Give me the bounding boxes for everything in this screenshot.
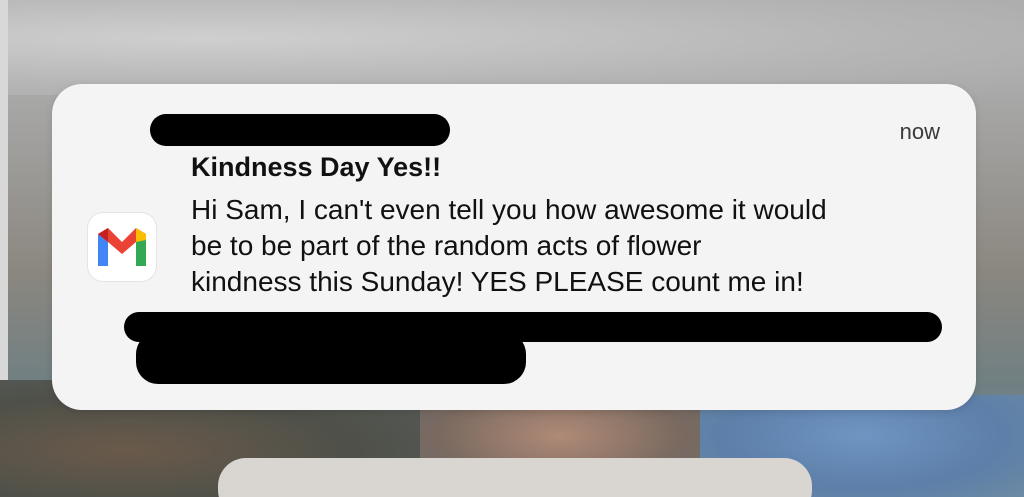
gmail-icon — [88, 213, 156, 281]
email-subject: Kindness Day Yes!! — [191, 152, 442, 182]
redacted-sender — [150, 114, 450, 146]
redacted-text-block — [136, 332, 526, 384]
email-preview-line: kindness this Sunday! YES PLEASE count m… — [191, 266, 804, 297]
blurred-background-top — [0, 0, 1024, 95]
next-notification-card[interactable] — [218, 458, 812, 497]
email-preview-line: be to be part of the random acts of flow… — [191, 230, 702, 261]
email-preview-line: Hi Sam, I can't even tell you how awesom… — [191, 194, 827, 225]
email-notification[interactable]: now Kindness Day Yes!! Hi Sam, I can't e… — [52, 84, 976, 410]
email-preview: Hi Sam, I can't even tell you how awesom… — [191, 192, 971, 300]
lock-screen: now Kindness Day Yes!! Hi Sam, I can't e… — [0, 0, 1024, 497]
notification-time: now — [899, 119, 940, 144]
